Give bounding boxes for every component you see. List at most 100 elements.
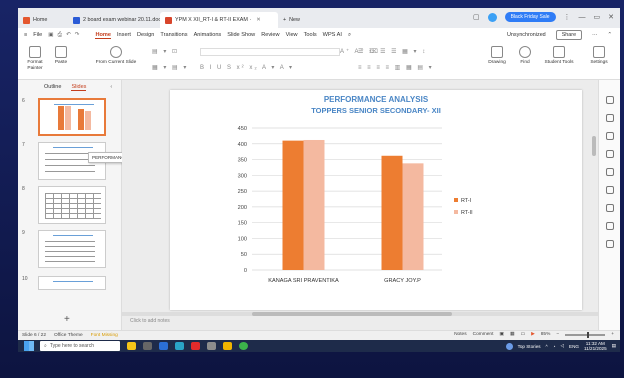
maximize-icon[interactable]: ▭ <box>594 13 601 21</box>
settings-button[interactable]: Settings <box>584 46 614 66</box>
normal-view-icon[interactable]: ▣ <box>499 332 504 337</box>
network-icon[interactable]: ◔ <box>553 344 556 349</box>
copy-icon[interactable] <box>606 132 614 140</box>
tab-slides[interactable]: Slides <box>71 84 87 91</box>
font-missing-warning[interactable]: Font Missing <box>91 333 118 338</box>
account-avatar[interactable] <box>487 12 497 22</box>
font-format-row[interactable]: B I U S x² x₂ A ▾ A ▾ <box>200 64 294 71</box>
tab-outline[interactable]: Outline <box>44 84 61 90</box>
sorter-view-icon[interactable]: ▦ <box>510 332 515 337</box>
design-icon[interactable] <box>606 114 614 122</box>
menu-file[interactable]: File <box>33 32 42 38</box>
home-icon <box>23 16 30 24</box>
slide-thumb-8[interactable]: 8 <box>22 186 118 226</box>
format-painter-button[interactable]: Format Painter <box>22 46 48 72</box>
drawing-button[interactable]: Drawing <box>484 46 510 66</box>
hamburger-icon[interactable]: ≡ <box>24 32 27 38</box>
tray-chevron-icon[interactable]: ^ <box>546 344 548 349</box>
language[interactable]: ENG <box>569 344 579 349</box>
paragraph-row-2[interactable]: ≡ ≡ ≡ ≡ ▥ ▦ ▤ ▾ <box>358 64 434 71</box>
taskbar-search[interactable]: ⌕ Type here to search <box>40 341 120 351</box>
windows-start-icon[interactable] <box>24 341 34 351</box>
collapse-panel-icon[interactable]: ‹ <box>110 84 112 90</box>
slide-thumb-10[interactable]: 10 <box>22 276 118 290</box>
student-tools-button[interactable]: Student Tools <box>540 46 578 66</box>
zoom-level[interactable]: 85% <box>541 332 551 337</box>
menu-transitions[interactable]: Transitions <box>160 32 187 38</box>
menu-icon[interactable]: ⋮ <box>564 13 571 21</box>
close-tab-icon[interactable]: ✕ <box>256 17 261 23</box>
search-icon[interactable]: ⌕ <box>348 32 351 39</box>
widgets-icon[interactable] <box>127 342 136 350</box>
top-stories[interactable]: Top Stories <box>518 344 541 349</box>
clock[interactable]: 11:32 AM 11/21/2025 <box>584 341 607 351</box>
tab-new-label: New <box>289 17 300 23</box>
minimize-icon[interactable]: — <box>579 14 586 21</box>
notes-toggle[interactable]: Notes <box>454 332 467 337</box>
menu-design[interactable]: Design <box>137 32 154 38</box>
theme-name[interactable]: Office Theme <box>54 333 83 338</box>
reading-view-icon[interactable]: ▭ <box>521 332 526 337</box>
notifications-icon[interactable]: ▤ <box>612 343 616 349</box>
zoom-slider[interactable] <box>565 331 606 338</box>
task-view-icon[interactable] <box>143 342 152 350</box>
chrome-icon[interactable] <box>239 342 248 350</box>
close-window-icon[interactable]: ✕ <box>608 13 614 21</box>
volume-icon[interactable]: ◁ <box>560 343 564 349</box>
menu-tools[interactable]: Tools <box>304 32 317 38</box>
print-icon[interactable]: ⎙ <box>58 32 62 39</box>
app-icon[interactable] <box>207 342 216 350</box>
redo-icon[interactable]: ↷ <box>75 32 80 39</box>
zoom-out-icon[interactable]: − <box>556 332 559 337</box>
layout-tools-row[interactable]: ▤ ▾ ⊡ <box>152 48 179 55</box>
paragraph-row-1[interactable]: ☰ ☷ ☰ ☰ ▦ ▾ ↕ <box>358 48 427 55</box>
browser-icon[interactable] <box>175 342 184 350</box>
file-explorer-icon[interactable] <box>223 342 232 350</box>
help-icon[interactable] <box>606 222 614 230</box>
tab-new[interactable]: + New <box>278 12 318 28</box>
add-slide-button[interactable]: + <box>64 314 70 325</box>
menu-view[interactable]: View <box>286 32 298 38</box>
horizontal-scrollbar[interactable] <box>122 312 598 316</box>
menu-slide-show[interactable]: Slide Show <box>227 32 255 38</box>
current-slide[interactable]: PERFORMANCE ANALYSIS TOPPERS SENIOR SECO… <box>170 90 582 310</box>
tab-presentation[interactable]: YPM X XII_RT-I & RT-II EXAM · ✕ <box>160 12 278 28</box>
tab-home[interactable]: Home <box>18 12 68 28</box>
notes-placeholder[interactable]: Click to add notes <box>130 318 170 324</box>
collapse-ribbon-icon[interactable]: ⌃ <box>607 32 612 38</box>
minimize-pane-icon[interactable] <box>606 96 614 104</box>
find-button[interactable]: Find <box>514 46 536 66</box>
wps-office-icon[interactable] <box>191 342 200 350</box>
share-button[interactable]: Share <box>555 30 583 40</box>
vertical-scrollbar[interactable] <box>592 136 596 156</box>
more-options-icon[interactable] <box>606 240 614 248</box>
tab-document[interactable]: 2 board exam webinar 20.11.doc <box>68 12 161 28</box>
section-tools-row[interactable]: ▦ ▾ ▤ ▾ <box>152 64 188 71</box>
play-icon[interactable]: ▶ <box>531 332 535 337</box>
menu-wps-ai[interactable]: WPS AI <box>323 32 342 38</box>
comment-icon[interactable] <box>606 150 614 158</box>
from-current-slide-button[interactable]: From Current Slide <box>90 46 142 66</box>
menu-review[interactable]: Review <box>261 32 279 38</box>
menu-animations[interactable]: Animations <box>194 32 222 38</box>
star-icon[interactable] <box>606 168 614 176</box>
menu-home[interactable]: Home <box>95 32 111 39</box>
history-icon[interactable] <box>606 204 614 212</box>
zoom-in-icon[interactable]: + <box>611 332 614 337</box>
slide-thumb-6[interactable]: 6 <box>22 98 118 138</box>
slide-preview <box>38 230 106 268</box>
black-friday-sale-button[interactable]: Black Friday Sale <box>504 12 556 22</box>
comment-toggle[interactable]: Comment <box>473 332 494 337</box>
font-name-select[interactable] <box>200 48 340 56</box>
sliders-icon[interactable] <box>606 186 614 194</box>
bar-rt-ii-1 <box>303 139 325 270</box>
save-icon[interactable]: ▣ <box>48 32 53 39</box>
window-layout-icon[interactable]: ▢ <box>473 13 480 21</box>
more-icon[interactable]: ⋯ <box>592 32 597 38</box>
menu-insert[interactable]: Insert <box>117 32 131 38</box>
paste-button[interactable]: Paste <box>50 46 72 66</box>
sync-status[interactable]: Unsynchronized <box>507 32 546 38</box>
undo-icon[interactable]: ↶ <box>66 32 71 39</box>
slide-thumb-9[interactable]: 9 <box>22 230 118 270</box>
edge-icon[interactable] <box>159 342 168 350</box>
